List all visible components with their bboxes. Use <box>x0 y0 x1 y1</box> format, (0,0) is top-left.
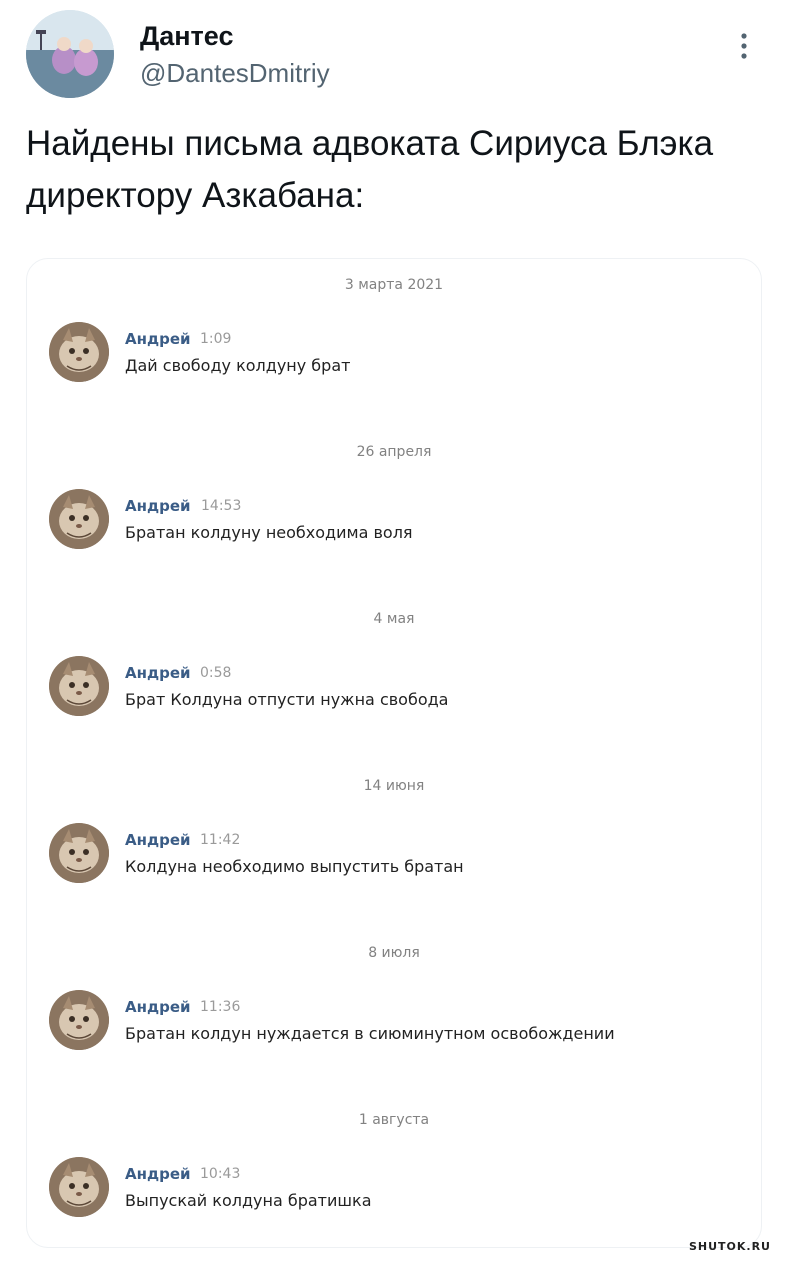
message-text: Выпускай колдуна братишка <box>125 1191 372 1210</box>
chat-message: Андрей 14:53 Братан колдуну необходима вол… <box>49 489 749 555</box>
date-separator: 14 июня <box>363 778 425 794</box>
cat-avatar-icon <box>49 322 109 382</box>
author-avatar[interactable] <box>26 10 114 98</box>
date-separator: 4 мая <box>373 611 415 627</box>
date-separator: 1 августа <box>358 1112 430 1128</box>
chat-message: Андрей 10:43 Выпускай колдуна братишка <box>49 1157 749 1223</box>
chat-message: Андрей 1:09 Дай свободу колдуну брат <box>49 322 749 388</box>
cat-avatar-icon <box>49 489 109 549</box>
sender-name[interactable]: Андрей <box>125 497 191 515</box>
author-handle[interactable]: @DantesDmitriy <box>140 58 330 88</box>
message-time: 0:58 <box>200 665 232 681</box>
more-vertical-icon[interactable] <box>732 28 756 68</box>
message-time: 11:42 <box>200 832 241 848</box>
sender-avatar[interactable] <box>49 1157 109 1217</box>
message-time: 10:43 <box>200 1166 241 1182</box>
sender-name[interactable]: Андрей <box>125 831 191 849</box>
sender-avatar[interactable] <box>49 823 109 883</box>
chat-message: Андрей 11:36 Братан колдун нуждается в сию… <box>49 990 749 1056</box>
date-separator: 3 марта 2021 <box>344 277 444 293</box>
sender-avatar[interactable] <box>49 990 109 1050</box>
watermark: SHUTOK.RU <box>688 1240 771 1253</box>
cat-avatar-icon <box>49 990 109 1050</box>
cat-avatar-icon <box>49 656 109 716</box>
message-text: Брат Колдуна отпусти нужна свобода <box>125 690 449 709</box>
message-text: Дай свободу колдуну брат <box>125 356 351 375</box>
author-name[interactable]: Дантес <box>140 20 233 52</box>
sender-avatar[interactable] <box>49 322 109 382</box>
cat-avatar-icon <box>49 823 109 883</box>
message-time: 11:36 <box>200 999 241 1015</box>
message-text: Братан колдуну необходима воля <box>125 523 413 542</box>
avatar-image-icon <box>26 10 114 98</box>
sender-name[interactable]: Андрей <box>125 998 191 1016</box>
tweet-header: Дантес @DantesDmitriy <box>26 10 761 100</box>
chat-message: Андрей 11:42 Колдуна необходимо выпустить … <box>49 823 749 889</box>
date-separator: 26 апреля <box>356 444 432 460</box>
sender-name[interactable]: Андрей <box>125 664 191 682</box>
sender-avatar[interactable] <box>49 489 109 549</box>
tweet-text: Найдены письма адвоката Сириуса Блэка ди… <box>26 124 714 215</box>
sender-avatar[interactable] <box>49 656 109 716</box>
message-text: Колдуна необходимо выпустить братан <box>125 857 464 876</box>
message-time: 1:09 <box>200 331 232 347</box>
sender-name[interactable]: Андрей <box>125 1165 191 1183</box>
sender-name[interactable]: Андрей <box>125 330 191 348</box>
date-separator: 8 июля <box>368 945 420 961</box>
message-time: 14:53 <box>201 498 242 514</box>
media-card[interactable]: 3 марта 2021 Андрей 1:09 Дай свободу колдун… <box>26 258 762 1248</box>
chat-message: Андрей 0:58 Брат Колдуна отпусти нужна сво… <box>49 656 749 722</box>
cat-avatar-icon <box>49 1157 109 1217</box>
message-text: Братан колдун нуждается в сиюминутном ос… <box>125 1024 615 1043</box>
